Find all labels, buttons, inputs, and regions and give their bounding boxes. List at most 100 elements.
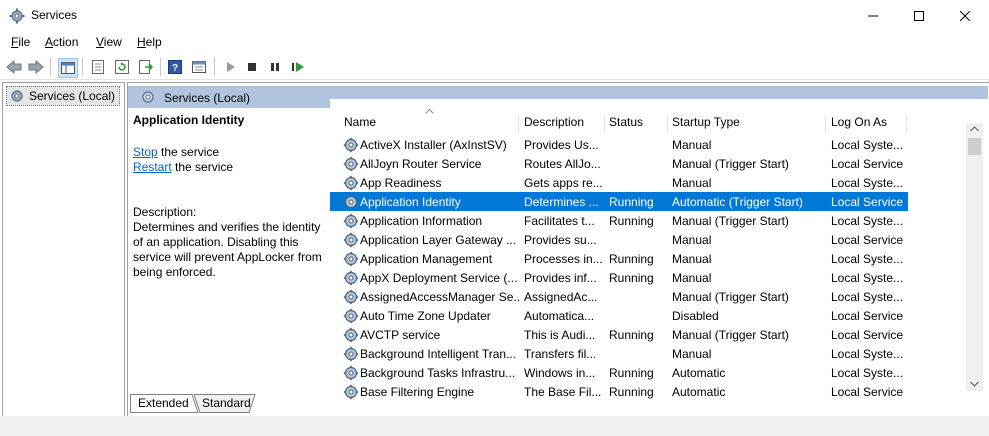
table-row[interactable]: App Readiness Gets apps re... Manual Local … (330, 173, 908, 192)
cell-name: AssignedAccessManager Se... (360, 290, 520, 304)
stop-service-link[interactable]: Stop (133, 145, 158, 159)
services-gear-icon (142, 91, 154, 103)
cell-description: Routes AllJo... (524, 157, 601, 171)
column-header-startup-type[interactable]: Startup Type (672, 115, 826, 133)
status-bar (0, 416, 989, 436)
cell-logon: Local Service (831, 195, 904, 209)
table-row[interactable]: Application Information Facilitates t... R… (330, 211, 908, 230)
restart-action-line: Restart the service (133, 160, 328, 175)
column-header-description[interactable]: Description (524, 115, 605, 133)
help-icon[interactable]: ? (166, 58, 184, 76)
cell-logon: Local Service (831, 309, 904, 323)
window-title: Services (31, 8, 78, 22)
description-line: service will prevent AppLocker from (133, 250, 322, 264)
toolbar: ? (0, 54, 989, 80)
restart-suffix: the service (171, 160, 234, 174)
scroll-up-icon[interactable] (970, 126, 979, 132)
cell-logon: Local Syste... (831, 214, 904, 228)
service-gear-icon (343, 137, 359, 153)
svg-text:?: ? (172, 63, 178, 74)
table-row[interactable]: Background Intelligent Tran... Transfers … (330, 344, 908, 363)
cell-logon: Local Syste... (831, 252, 904, 266)
cell-logon: Local Syste... (831, 176, 904, 190)
minimize-button[interactable] (850, 0, 896, 31)
export-icon[interactable] (137, 58, 155, 76)
service-gear-icon (343, 289, 359, 305)
table-row[interactable]: Application Management Processes in... Run… (330, 249, 908, 268)
table-row[interactable]: Application Layer Gateway ... Provides su… (330, 230, 908, 249)
cell-startup: Disabled (672, 309, 719, 323)
cell-startup: Manual (672, 271, 712, 285)
cell-name: Background Tasks Infrastru... (360, 366, 516, 380)
service-name-heading: Application Identity (133, 113, 245, 127)
cell-startup: Manual (672, 252, 712, 266)
cell-status: Running (609, 328, 654, 342)
service-gear-icon (343, 346, 359, 362)
table-row[interactable]: AssignedAccessManager Se... AssignedAc...… (330, 287, 908, 306)
service-details-panel: Application Identity Stop the service Re… (133, 113, 328, 280)
service-gear-icon (343, 308, 359, 324)
forward-icon[interactable] (27, 58, 45, 76)
cell-logon: Local Syste... (831, 290, 904, 304)
menu-view[interactable]: View (96, 35, 122, 49)
tab-standard[interactable]: Standard (196, 394, 257, 412)
properties-icon[interactable] (89, 58, 107, 76)
table-row[interactable]: AppX Deployment Service (... Provides inf… (330, 268, 908, 287)
table-row[interactable]: AllJoyn Router Service Routes AllJo... Man… (330, 154, 908, 173)
cell-status: Running (609, 252, 654, 266)
cell-startup: Manual (672, 347, 712, 361)
table-row[interactable]: Application Identity Determines ... Runnin… (330, 192, 908, 211)
table-row[interactable]: Background Tasks Infrastru... Windows in.… (330, 363, 908, 382)
console-icon[interactable] (190, 58, 208, 76)
column-header-name[interactable]: Name (344, 115, 519, 133)
cell-name: Auto Time Zone Updater (360, 309, 491, 323)
table-row[interactable]: AVCTP service This is Audi... Running Manua… (330, 325, 908, 344)
restart-icon[interactable] (289, 58, 307, 76)
tree-item-services-local[interactable]: Services (Local) (6, 86, 120, 106)
cell-startup: Automatic (672, 385, 726, 399)
minimize-icon (868, 15, 878, 16)
services-list: Name Description Status Startup Type Log… (330, 99, 988, 417)
cell-status: Running (609, 366, 654, 380)
table-row[interactable]: ActiveX Installer (AxInstSV) Provides Us.… (330, 135, 908, 154)
cell-logon: Local Syste... (831, 366, 904, 380)
stop-icon[interactable] (243, 58, 261, 76)
cell-description: Automatica... (524, 309, 595, 323)
table-row[interactable]: Auto Time Zone Updater Automatica... Disab… (330, 306, 908, 325)
toolbar-separator (214, 58, 215, 76)
console-tree: Services (Local) (2, 82, 125, 434)
close-button[interactable] (942, 0, 988, 31)
service-gear-icon (343, 365, 359, 381)
cell-logon: Local Service (831, 385, 904, 399)
maximize-button[interactable] (896, 0, 942, 31)
refresh-icon[interactable] (113, 58, 131, 76)
back-icon[interactable] (5, 58, 23, 76)
menu-help[interactable]: Help (137, 35, 162, 49)
pause-icon[interactable] (266, 58, 284, 76)
show-hide-tree-icon[interactable] (58, 58, 78, 78)
tab-extended[interactable]: Extended (132, 394, 195, 412)
start-icon[interactable] (221, 58, 239, 76)
cell-description: Windows in... (524, 366, 596, 380)
column-header-status[interactable]: Status (609, 115, 668, 133)
services-gear-icon (9, 8, 25, 24)
cell-startup: Manual (Trigger Start) (672, 157, 789, 171)
service-gear-icon (343, 175, 359, 191)
vertical-scrollbar[interactable] (966, 123, 983, 391)
cell-status: Running (609, 214, 654, 228)
cell-description: Gets apps re... (524, 176, 602, 190)
description-label: Description: (133, 205, 197, 219)
scrollbar-thumb[interactable] (968, 138, 981, 155)
close-icon (960, 10, 970, 21)
menu-action[interactable]: Action (45, 35, 78, 49)
menu-file[interactable]: File (11, 35, 30, 49)
service-gear-icon (343, 213, 359, 229)
view-tabs: Extended Standard (130, 394, 430, 414)
description-line: of an application. Disabling this (133, 235, 299, 249)
restart-service-link[interactable]: Restart (133, 160, 172, 174)
column-header-log-on-as[interactable]: Log On As (831, 115, 907, 133)
cell-description: Provides Us... (524, 138, 599, 152)
scroll-down-icon[interactable] (970, 381, 979, 387)
cell-logon: Local Service (831, 328, 904, 342)
services-pane: Services (Local) Application Identity St… (127, 82, 989, 418)
